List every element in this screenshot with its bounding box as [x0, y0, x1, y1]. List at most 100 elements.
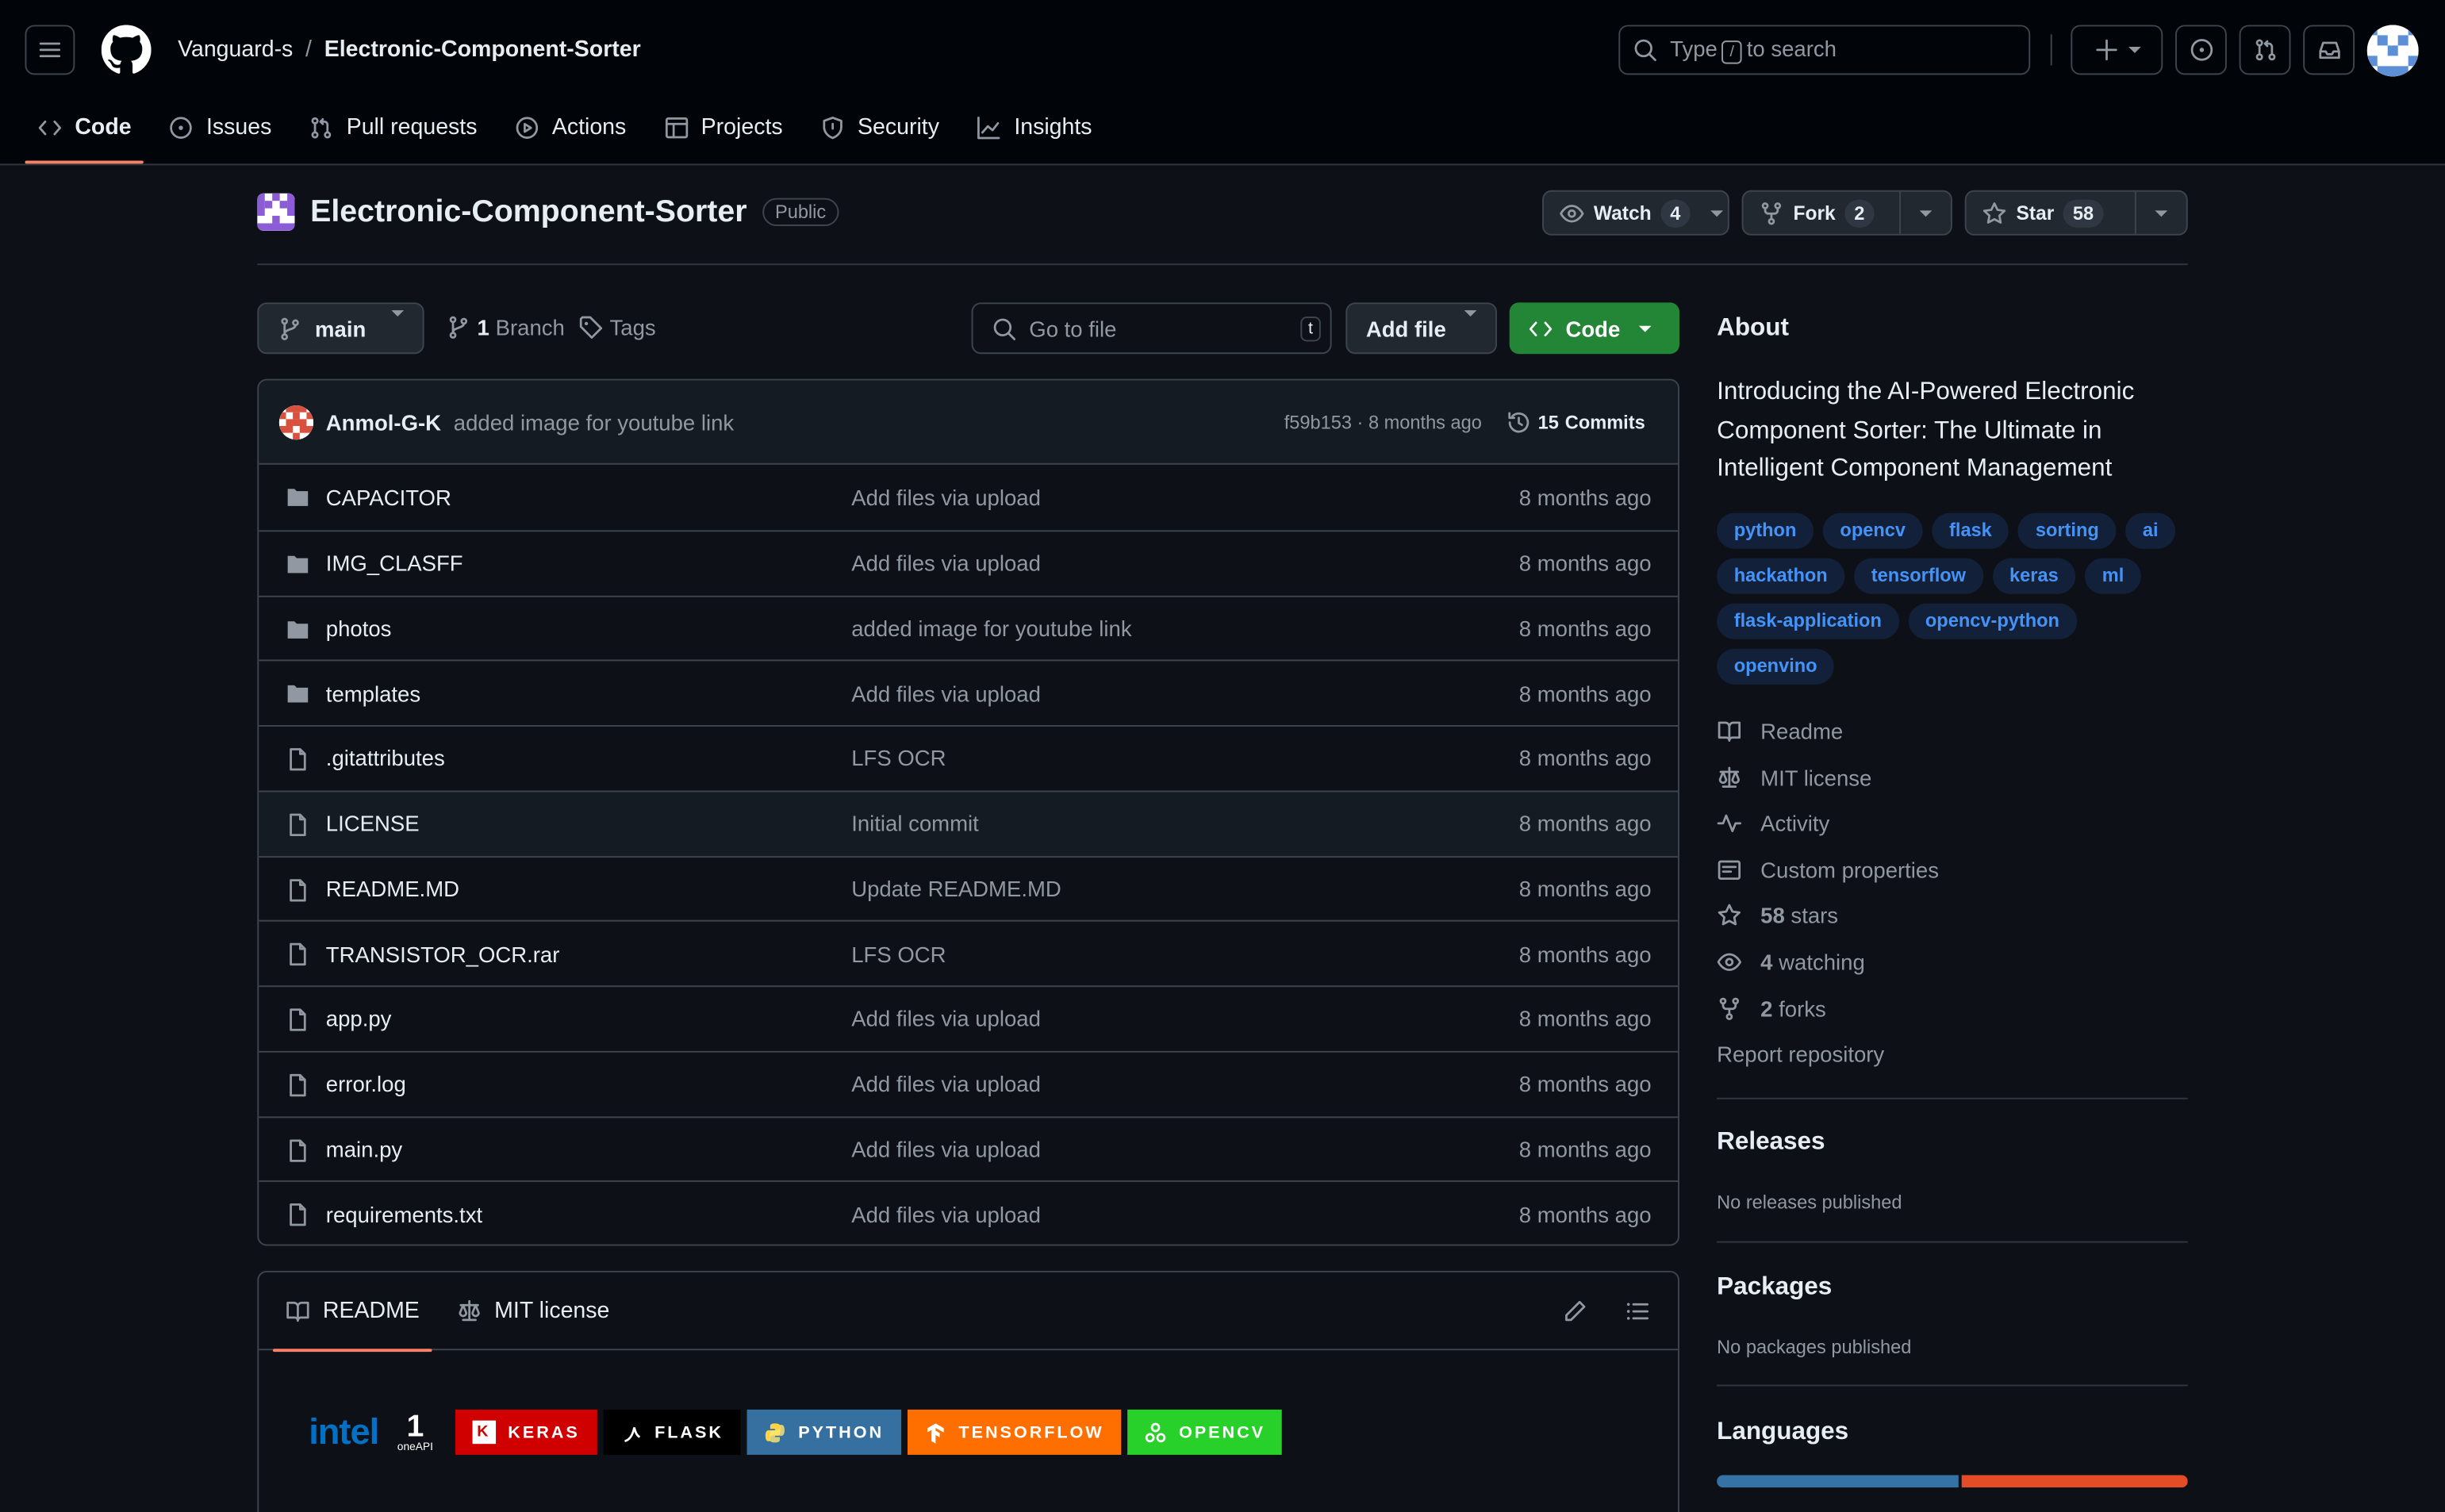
file-name[interactable]: photos — [326, 616, 392, 640]
file-name[interactable]: CAPACITOR — [326, 485, 451, 509]
table-row[interactable]: main.py Add files via upload 8 months ago — [259, 1115, 1678, 1180]
about-link-mit-license[interactable]: MIT license — [1717, 765, 1871, 790]
language-segment-python[interactable] — [1717, 1475, 1959, 1488]
badge-keras[interactable]: K KERAS — [455, 1409, 597, 1455]
about-link-readme[interactable]: Readme — [1717, 719, 1843, 744]
file-commit-message[interactable]: Add files via upload — [851, 551, 1041, 575]
readme-outline-button[interactable] — [1625, 1299, 1649, 1323]
file-commit-message[interactable]: Update README.MD — [851, 876, 1061, 900]
star-main[interactable]: Star 58 — [1967, 192, 2134, 234]
branch-selector[interactable]: main — [257, 302, 424, 355]
topic-tag[interactable]: flask-application — [1717, 603, 1899, 639]
star-dropdown[interactable] — [2134, 191, 2186, 234]
topic-tag[interactable]: opencv-python — [1908, 603, 2077, 639]
file-name[interactable]: app.py — [326, 1007, 392, 1031]
commit-author[interactable]: Anmol-G-K — [326, 409, 441, 434]
file-name[interactable]: LICENSE — [326, 811, 420, 835]
tab-pull-requests[interactable]: Pull requests — [297, 94, 489, 162]
watch-button[interactable]: Watch 4 — [1541, 190, 1729, 236]
file-commit-message[interactable]: added image for youtube link — [851, 616, 1131, 640]
go-to-file-input[interactable]: Go to file t — [971, 302, 1332, 355]
file-name[interactable]: README.MD — [326, 876, 459, 900]
file-commit-message[interactable]: LFS OCR — [851, 746, 946, 770]
pull-requests-button[interactable] — [2239, 25, 2291, 75]
repo-name[interactable]: Electronic-Component-Sorter — [310, 194, 747, 230]
table-row[interactable]: IMG_CLASFF Add files via upload 8 months a… — [259, 529, 1678, 595]
table-row[interactable]: templates Add files via upload 8 months ag… — [259, 659, 1678, 725]
topic-tag[interactable]: ai — [2125, 512, 2176, 549]
topic-tag[interactable]: ml — [2085, 558, 2141, 594]
badge-tensorflow[interactable]: TENSORFLOW — [907, 1409, 1122, 1455]
file-name[interactable]: templates — [326, 681, 420, 705]
tab-actions[interactable]: Actions — [502, 94, 639, 162]
fork-main[interactable]: Fork 2 — [1744, 192, 1899, 234]
file-commit-message[interactable]: Add files via upload — [851, 1137, 1041, 1161]
language-segment-html[interactable] — [1961, 1475, 2188, 1488]
file-name[interactable]: requirements.txt — [326, 1202, 482, 1226]
file-commit-message[interactable]: Add files via upload — [851, 1072, 1041, 1096]
table-row[interactable]: requirements.txt Add files via upload 8 mo… — [259, 1180, 1678, 1244]
topic-tag[interactable]: flask — [1932, 512, 2009, 549]
branches-link[interactable]: 1 Branch — [446, 315, 565, 340]
tab-projects[interactable]: Projects — [651, 94, 796, 162]
about-link-forks[interactable]: 2 forks — [1717, 996, 1826, 1021]
github-logo-icon[interactable] — [101, 25, 152, 75]
badge-flask[interactable]: FLASK — [603, 1409, 741, 1455]
watch-dropdown[interactable] — [1706, 192, 1728, 234]
table-row[interactable]: photos added image for youtube link 8 mont… — [259, 594, 1678, 660]
table-row[interactable]: CAPACITOR Add files via upload 8 months ag… — [259, 465, 1678, 530]
global-search-input[interactable]: Type / to search — [1618, 25, 2031, 75]
topic-tag[interactable]: openvino — [1717, 648, 1835, 685]
packages-heading[interactable]: Packages — [1717, 1274, 1832, 1302]
code-button[interactable]: Code — [1509, 302, 1679, 355]
table-row[interactable]: TRANSISTOR_OCR.rar LFS OCR 8 months ago — [259, 920, 1678, 985]
badge-opencv[interactable]: OPENCV — [1127, 1409, 1283, 1455]
watch-main[interactable]: Watch 4 — [1544, 192, 1706, 234]
star-button[interactable]: Star 58 — [1964, 190, 2188, 236]
tab-insights[interactable]: Insights — [964, 94, 1104, 162]
tags-link[interactable]: Tags — [578, 315, 656, 340]
commits-history-link[interactable]: 15 Commits — [1507, 409, 1645, 434]
add-file-button[interactable]: Add file — [1345, 302, 1497, 355]
fork-button[interactable]: Fork 2 — [1741, 190, 1952, 236]
topic-tag[interactable]: opencv — [1822, 512, 1923, 549]
table-row[interactable]: README.MD Update README.MD 8 months ago — [259, 855, 1678, 920]
about-link-stars[interactable]: 58 stars — [1717, 904, 1838, 928]
commit-sha-and-time[interactable]: f59b153 · 8 months ago — [1284, 411, 1482, 433]
table-row[interactable]: error.log Add files via upload 8 months ag… — [259, 1050, 1678, 1115]
topic-tag[interactable]: hackathon — [1717, 558, 1845, 594]
topic-tag[interactable]: python — [1717, 512, 1814, 549]
about-link-watching[interactable]: 4 watching — [1717, 950, 1865, 975]
file-commit-message[interactable]: Add files via upload — [851, 681, 1041, 705]
tab-readme[interactable]: README — [272, 1272, 432, 1352]
issues-button[interactable] — [2175, 25, 2227, 75]
fork-dropdown[interactable] — [1898, 191, 1951, 234]
edit-readme-button[interactable] — [1563, 1299, 1587, 1323]
repo-owner-avatar[interactable] — [257, 193, 295, 231]
file-commit-message[interactable]: Initial commit — [851, 811, 979, 835]
about-link-custom-properties[interactable]: Custom properties — [1717, 858, 1939, 882]
report-repository-link[interactable]: Report repository — [1717, 1042, 1884, 1066]
topic-tag[interactable]: sorting — [2018, 512, 2117, 549]
commit-message[interactable]: added image for youtube link — [454, 409, 734, 434]
commit-author-avatar[interactable] — [278, 405, 314, 439]
file-name[interactable]: IMG_CLASFF — [326, 551, 463, 575]
file-name[interactable]: error.log — [326, 1072, 406, 1096]
about-link-activity[interactable]: Activity — [1717, 811, 1829, 836]
file-commit-message[interactable]: Add files via upload — [851, 1007, 1041, 1031]
table-row[interactable]: .gitattributes LFS OCR 8 months ago — [259, 725, 1678, 790]
tab-security[interactable]: Security — [808, 94, 952, 162]
file-name[interactable]: .gitattributes — [326, 746, 445, 770]
user-avatar[interactable] — [2366, 25, 2419, 77]
file-name[interactable]: TRANSISTOR_OCR.rar — [326, 941, 560, 965]
create-new-button[interactable] — [2071, 25, 2163, 75]
topic-tag[interactable]: tensorflow — [1854, 558, 1983, 594]
file-commit-message[interactable]: LFS OCR — [851, 941, 946, 965]
table-row[interactable]: app.py Add files via upload 8 months ago — [259, 985, 1678, 1050]
table-row[interactable]: LICENSE Initial commit 8 months ago — [259, 790, 1678, 856]
topic-tag[interactable]: keras — [1992, 558, 2076, 594]
releases-heading[interactable]: Releases — [1717, 1129, 1825, 1157]
breadcrumb-repo[interactable]: Electronic-Component-Sorter — [324, 37, 641, 62]
breadcrumb-owner[interactable]: Vanguard-s — [178, 37, 293, 62]
tab-code[interactable]: Code — [25, 94, 144, 164]
